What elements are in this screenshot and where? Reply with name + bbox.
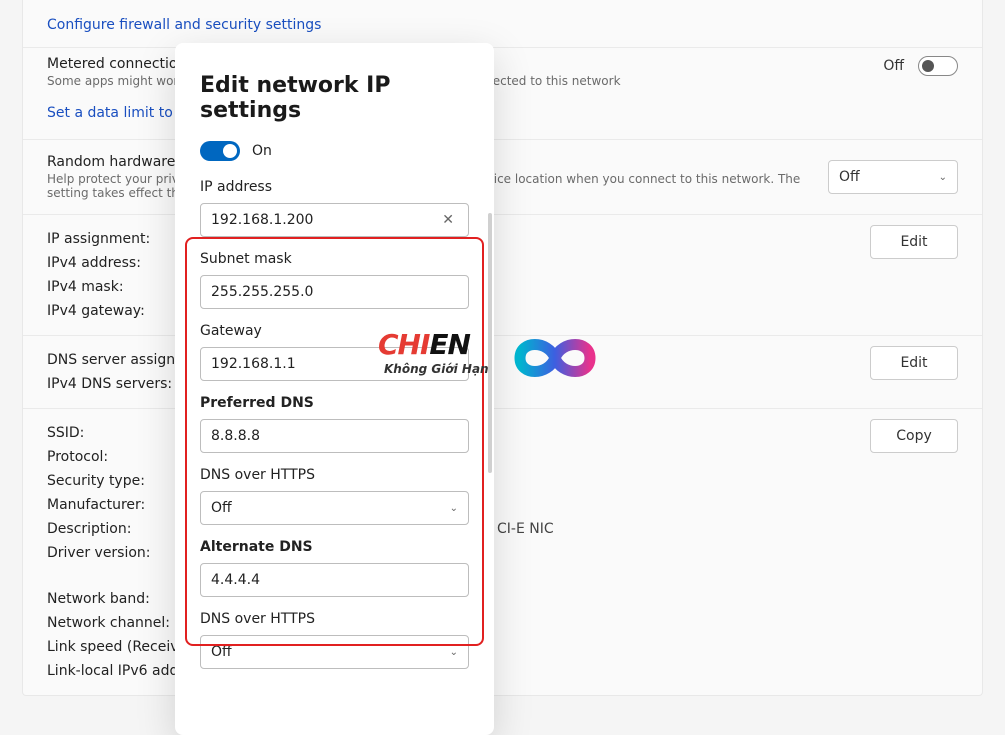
ip-edit-button[interactable]: Edit [870,225,958,259]
chevron-down-icon: ⌄ [450,503,458,514]
alternate-dns-input[interactable]: 4.4.4.4 [200,563,469,597]
modal-scrollbar[interactable] [486,213,494,713]
gateway-input[interactable]: 192.168.1.1 [200,347,469,381]
preferred-dns-input[interactable]: 8.8.8.8 [200,419,469,453]
alternate-dns-label: Alternate DNS [200,539,469,555]
preferred-dns-label: Preferred DNS [200,395,469,411]
metered-toggle[interactable] [918,56,958,76]
clear-icon[interactable]: ✕ [438,212,458,228]
dns-over-https-dropdown[interactable]: Off ⌄ [200,491,469,525]
dns-over-https-value: Off [211,500,232,516]
dns-over-https-2-label: DNS over HTTPS [200,611,469,627]
random-hw-value: Off [839,169,860,185]
alternate-dns-value: 4.4.4.4 [211,572,458,588]
chevron-down-icon: ⌄ [450,647,458,658]
dialog-title: Edit network IP settings [200,73,469,123]
settings-background: Configure firewall and security settings… [0,0,1005,735]
ip-settings-toggle-label: On [252,143,272,159]
dns-over-https-2-dropdown[interactable]: Off ⌄ [200,635,469,669]
dns-over-https-2-value: Off [211,644,232,660]
firewall-link[interactable]: Configure firewall and security settings [47,17,321,33]
preferred-dns-value: 8.8.8.8 [211,428,458,444]
dns-edit-button[interactable]: Edit [870,346,958,380]
ip-address-value: 192.168.1.200 [211,212,438,228]
subnet-mask-value: 255.255.255.0 [211,284,458,300]
edit-ip-settings-dialog: Edit network IP settings On IP address 1… [175,43,494,735]
ip-address-label: IP address [200,179,469,195]
copy-button[interactable]: Copy [870,419,958,453]
chevron-down-icon: ⌄ [939,172,947,183]
scrollbar-thumb[interactable] [488,213,492,473]
ip-address-input[interactable]: 192.168.1.200 ✕ [200,203,469,237]
dns-over-https-label: DNS over HTTPS [200,467,469,483]
ip-settings-toggle[interactable] [200,141,240,161]
gateway-value: 192.168.1.1 [211,356,458,372]
random-hw-dropdown[interactable]: Off ⌄ [828,160,958,194]
subnet-mask-label: Subnet mask [200,251,469,267]
metered-toggle-label: Off [883,58,904,74]
subnet-mask-input[interactable]: 255.255.255.0 [200,275,469,309]
gateway-label: Gateway [200,323,469,339]
